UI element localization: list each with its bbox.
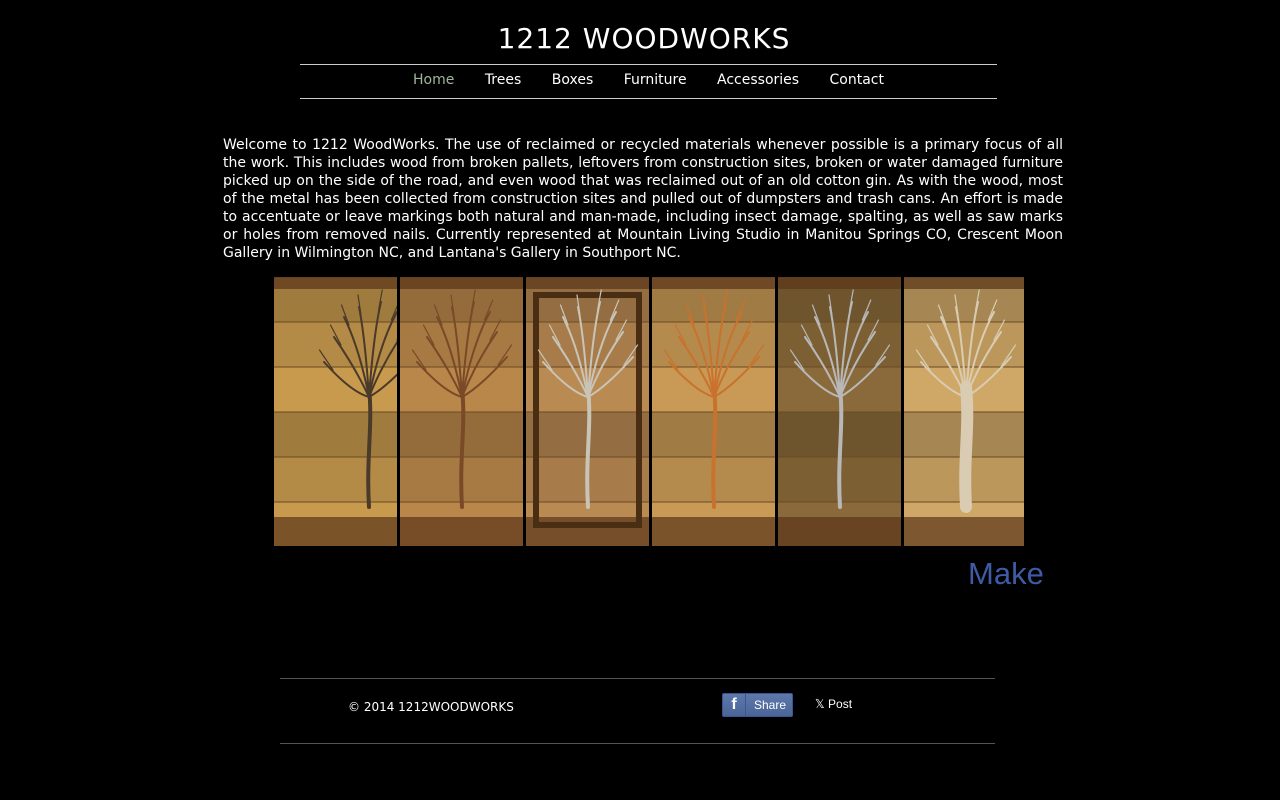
- nav-item-home[interactable]: Home: [413, 72, 454, 88]
- share-label: Share: [754, 698, 787, 712]
- x-post-button[interactable]: 𝕏 Post: [815, 697, 852, 711]
- nav-top-divider: [300, 64, 997, 65]
- facebook-icon: f: [723, 694, 746, 716]
- tree-panel-3[interactable]: [526, 277, 649, 546]
- tree-panel-6[interactable]: [904, 277, 1024, 546]
- nav-item-trees[interactable]: Trees: [485, 72, 521, 88]
- post-label: Post: [828, 697, 853, 711]
- nav-item-accessories[interactable]: Accessories: [717, 72, 799, 88]
- tree-panel-1[interactable]: [274, 277, 397, 546]
- main-nav: Home Trees Boxes Furniture Accessories C…: [0, 72, 1280, 88]
- footer-bottom-divider: [280, 743, 995, 744]
- tree-gallery-strip[interactable]: [274, 277, 1024, 546]
- tree-panel-5[interactable]: [778, 277, 901, 546]
- nav-item-boxes[interactable]: Boxes: [552, 72, 594, 88]
- make-link[interactable]: Make: [968, 556, 1044, 592]
- intro-paragraph: Welcome to 1212 WoodWorks. The use of re…: [223, 137, 1063, 261]
- footer-top-divider: [280, 678, 995, 679]
- site-title[interactable]: 1212 WOODWORKS: [0, 22, 1280, 55]
- x-icon: 𝕏: [815, 697, 829, 711]
- nav-item-contact[interactable]: Contact: [830, 72, 884, 88]
- facebook-share-button[interactable]: f Share: [722, 693, 793, 717]
- nav-item-furniture[interactable]: Furniture: [624, 72, 687, 88]
- tree-panel-4[interactable]: [652, 277, 775, 546]
- copyright-text: © 2014 1212WOODWORKS: [348, 700, 514, 714]
- nav-bottom-divider: [300, 98, 997, 99]
- tree-panel-2[interactable]: [400, 277, 523, 546]
